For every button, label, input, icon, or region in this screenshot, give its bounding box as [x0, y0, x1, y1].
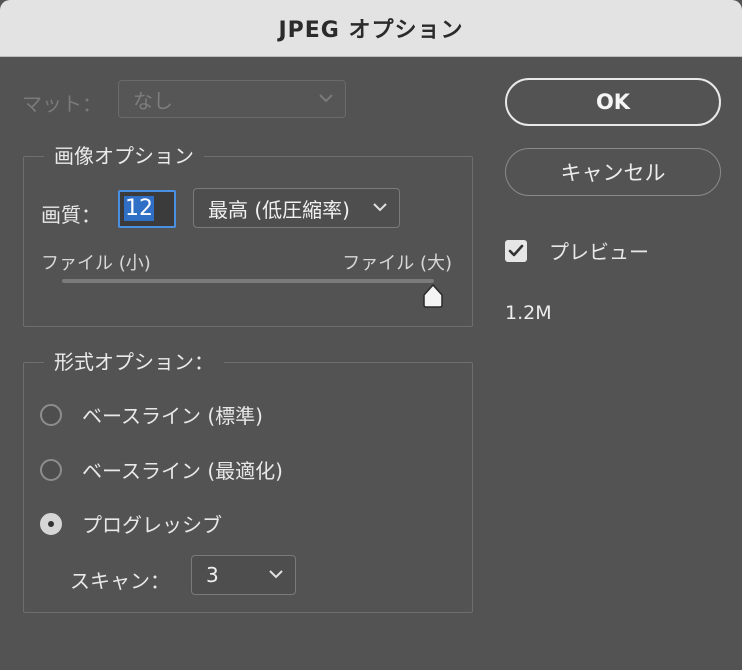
- preview-toggle[interactable]: プレビュー: [505, 236, 649, 265]
- scan-label: スキャン：: [70, 569, 170, 593]
- matte-value: なし: [133, 88, 173, 113]
- large-file-label: ファイル (大): [342, 253, 452, 274]
- matte-label: マット：: [22, 92, 102, 116]
- radio-circle[interactable]: [40, 403, 62, 426]
- preview-label: プレビュー: [549, 240, 649, 264]
- checkmark-icon: [508, 239, 524, 263]
- matte-select[interactable]: なし: [118, 80, 346, 118]
- image-options-legend: 画像オプション: [44, 142, 204, 170]
- quality-slider-track[interactable]: [62, 279, 434, 283]
- chevron-down-icon: [319, 91, 333, 107]
- quality-label: 画質：: [41, 203, 101, 227]
- quality-preset-select[interactable]: 最高 (低圧縮率): [193, 188, 400, 228]
- radio-progressive[interactable]: プログレッシブ: [40, 509, 222, 538]
- ok-button[interactable]: OK: [505, 78, 721, 126]
- radio-baseline-optimized[interactable]: ベースライン (最適化): [40, 455, 283, 484]
- format-options-group: 形式オプション： ベースライン (標準) ベースライン (最適化) プログレッシ…: [23, 348, 473, 613]
- chevron-down-icon: [373, 200, 387, 216]
- quality-preset-value: 最高 (低圧縮率): [208, 197, 350, 222]
- scan-value: 3: [206, 563, 219, 587]
- chevron-down-icon: [269, 567, 283, 583]
- cancel-button[interactable]: キャンセル: [505, 148, 721, 196]
- preview-checkbox[interactable]: [505, 239, 527, 263]
- quality-input[interactable]: 12: [118, 190, 176, 228]
- small-file-label: ファイル (小): [41, 253, 151, 274]
- radio-label: ベースライン (標準): [82, 404, 263, 428]
- radio-label: プログレッシブ: [82, 513, 222, 537]
- radio-baseline-standard[interactable]: ベースライン (標準): [40, 400, 263, 429]
- scan-select[interactable]: 3: [191, 555, 296, 595]
- radio-label: ベースライン (最適化): [82, 459, 283, 483]
- radio-circle[interactable]: [40, 458, 62, 481]
- format-options-legend: 形式オプション：: [44, 348, 224, 376]
- window-title: JPEG オプション: [278, 18, 464, 43]
- radio-circle-selected[interactable]: [40, 512, 62, 535]
- title-bar: JPEG オプション: [0, 0, 742, 57]
- slider-thumb-icon[interactable]: [422, 283, 444, 308]
- file-size-readout: 1.2M: [505, 302, 552, 324]
- quality-value: 12: [124, 196, 154, 221]
- image-options-group: 画像オプション 画質： 12 最高 (低圧縮率) ファイル (小) ファイル (…: [23, 142, 473, 327]
